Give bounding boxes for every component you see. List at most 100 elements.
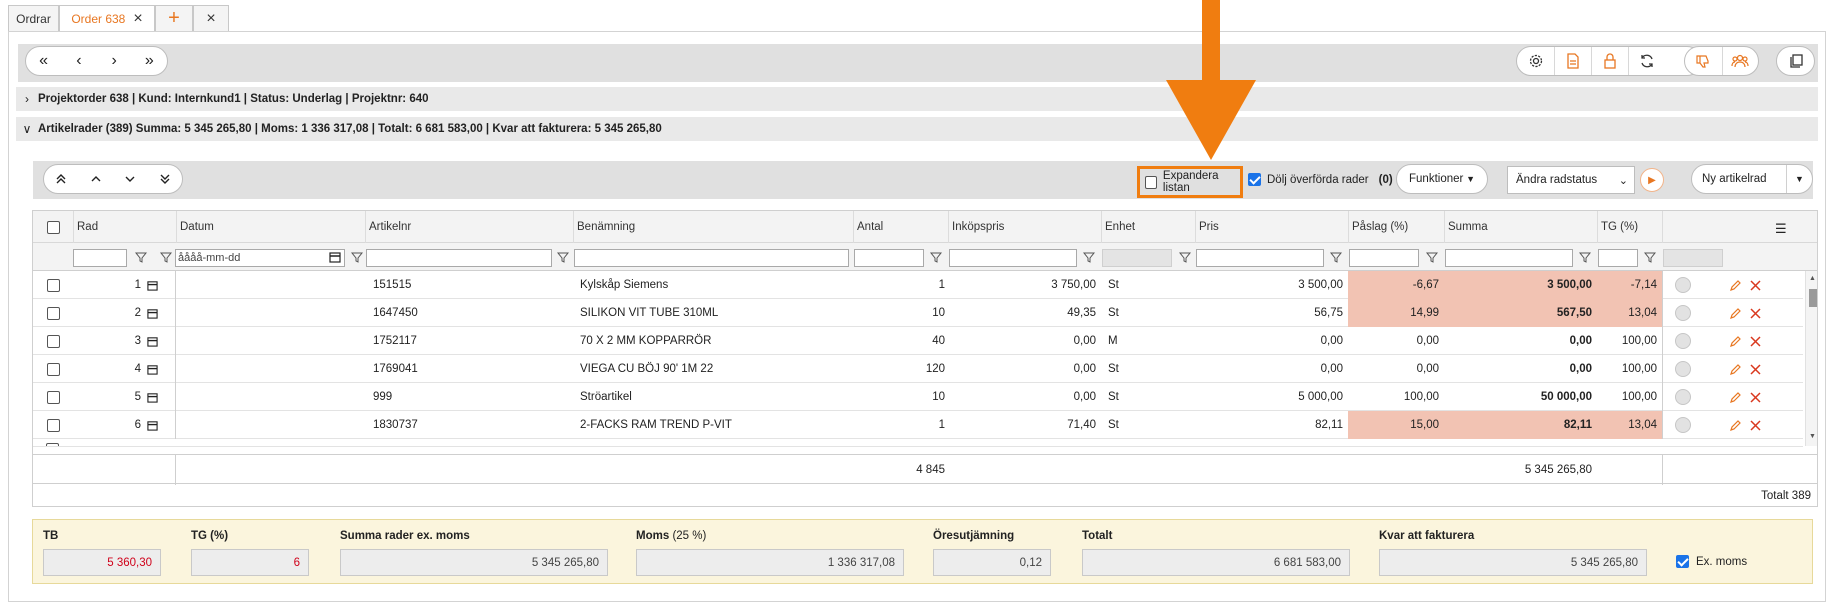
new-tab-button[interactable]: + [155,5,193,31]
scroll-up-icon[interactable]: ▲ [1809,275,1816,282]
functions-dropdown[interactable]: Funktioner ▼ [1396,164,1488,194]
col-pris[interactable]: Pris [1195,211,1348,243]
row-status-dot[interactable] [1675,299,1695,327]
col-benamning[interactable]: Benämning [573,211,853,243]
col-datum[interactable]: Datum [176,211,365,243]
close-icon[interactable]: × [133,11,142,27]
row-checkbox[interactable] [46,362,60,376]
delete-row-button[interactable] [1750,411,1764,439]
refresh-button[interactable] [1628,47,1665,75]
filter-icon[interactable] [556,251,570,263]
table-row[interactable]: 1 151515 Kylskåp Siemens 1 3 750,00 St 3 500,0… [33,271,1803,299]
scroll-down-icon[interactable]: ▼ [1809,433,1816,440]
lock-button[interactable] [1591,47,1628,75]
row-status-dot[interactable] [1675,271,1695,299]
filter-icon[interactable] [1329,251,1343,263]
hide-transferred-checkbox[interactable] [1248,173,1261,186]
tab-order-638[interactable]: Order 638 × [59,5,155,32]
filter-rad[interactable] [73,249,127,267]
move-down-button[interactable] [113,165,148,193]
row-status-dot[interactable] [1675,383,1695,411]
apply-status-button[interactable]: ▶ [1640,168,1664,192]
table-row[interactable]: 3 1752117 70 X 2 MM KOPPARRÖR 40 0,00 M 0,00 0,… [33,327,1803,355]
dislike-button[interactable] [1685,47,1722,75]
col-artikelnr[interactable]: Artikelnr [365,211,573,243]
row-status-select[interactable]: Ändra radstatus ⌄ [1507,166,1635,194]
hide-transferred-option[interactable]: Dölj överförda rader (0) [1248,173,1393,186]
last-record-button[interactable]: » [132,47,167,75]
col-summa[interactable]: Summa [1444,211,1597,243]
filter-icon[interactable] [1425,251,1439,263]
row-calendar-icon[interactable] [147,299,167,327]
row-calendar-icon[interactable] [147,271,167,299]
calendar-icon[interactable] [329,251,341,266]
row-calendar-icon[interactable] [147,355,167,383]
table-row[interactable]: 6 1830737 2-FACKS RAM TREND P-VIT 1 71,40 St 8… [33,411,1803,439]
grid-scrollbar[interactable]: ▲ ▼ [1805,271,1817,446]
col-paslag[interactable]: Påslag (%) [1348,211,1444,243]
filter-icon[interactable] [1643,251,1657,263]
row-checkbox[interactable] [46,390,60,404]
filter-summa[interactable] [1445,249,1573,267]
row-calendar-icon[interactable] [147,383,167,411]
first-record-button[interactable]: « [26,47,61,75]
row-calendar-icon[interactable] [147,327,167,355]
scroll-thumb[interactable] [1809,289,1817,307]
delete-row-button[interactable] [1750,355,1764,383]
filter-icon[interactable] [929,251,943,263]
article-rows-section[interactable]: ∨ Artikelrader (389) Summa: 5 345 265,80… [16,117,1818,141]
col-enhet[interactable]: Enhet [1101,211,1195,243]
previous-record-button[interactable]: ‹ [61,47,96,75]
filter-artikelnr[interactable] [366,249,552,267]
close-all-tabs-button[interactable]: × [193,5,229,31]
table-row[interactable]: 2 1647450 SILIKON VIT TUBE 310ML 10 49,35 St 5… [33,299,1803,327]
row-status-dot[interactable] [1675,327,1695,355]
col-inkopspris[interactable]: Inköpspris [948,211,1101,243]
row-checkbox[interactable] [46,306,60,320]
filter-tg[interactable] [1598,249,1638,267]
filter-icon[interactable] [1578,251,1592,263]
delete-row-button[interactable] [1750,271,1764,299]
expand-list-option[interactable]: Expandera listan [1137,166,1243,198]
filter-paslag[interactable] [1349,249,1419,267]
next-record-button[interactable]: › [97,47,132,75]
move-up-button[interactable] [79,165,114,193]
filter-antal[interactable] [854,249,924,267]
col-tg[interactable]: TG (%) [1597,211,1662,243]
filter-pris[interactable] [1196,249,1324,267]
row-status-dot[interactable] [1675,355,1695,383]
row-status-dot[interactable] [1675,411,1695,439]
edit-row-button[interactable] [1729,383,1745,411]
edit-row-button[interactable] [1729,411,1745,439]
col-antal[interactable]: Antal [853,211,948,243]
filter-icon[interactable] [159,251,173,263]
delete-row-button[interactable] [1750,383,1764,411]
row-calendar-icon[interactable] [147,411,167,439]
settings-button[interactable] [1517,47,1554,75]
select-all-checkbox[interactable] [46,220,60,234]
row-checkbox[interactable] [46,418,60,432]
row-checkbox[interactable] [46,443,59,446]
col-rad[interactable]: Rad [73,211,185,243]
table-row[interactable]: 4 1769041 VIEGA CU BÖJ 90' 1M 22 120 0,00 St 0… [33,355,1803,383]
edit-row-button[interactable] [1729,299,1745,327]
caret-down-icon[interactable]: ▼ [1786,165,1812,193]
edit-row-button[interactable] [1729,327,1745,355]
ex-moms-checkbox[interactable] [1676,555,1689,568]
move-to-top-button[interactable] [44,165,79,193]
filter-icon[interactable] [350,251,364,263]
delete-row-button[interactable] [1750,299,1764,327]
project-order-section[interactable]: › Projektorder 638 | Kund: Internkund1 |… [16,87,1818,111]
row-checkbox[interactable] [46,278,60,292]
expand-list-checkbox[interactable] [1145,175,1157,189]
ex-moms-option[interactable]: Ex. moms [1676,555,1747,568]
menu-icon[interactable]: ☰ [1775,221,1787,237]
filter-benamning[interactable] [574,249,849,267]
filter-icon[interactable] [134,251,148,263]
table-row[interactable]: 5 999 Ströartikel 10 0,00 St 5 000,00 100,00 50 … [33,383,1803,411]
tab-ordrar[interactable]: Ordrar [8,5,59,31]
filter-datum[interactable]: åååå-mm-dd [175,249,345,267]
delete-row-button[interactable] [1750,327,1764,355]
filter-icon[interactable] [1178,251,1192,263]
filter-inkopspris[interactable] [949,249,1077,267]
